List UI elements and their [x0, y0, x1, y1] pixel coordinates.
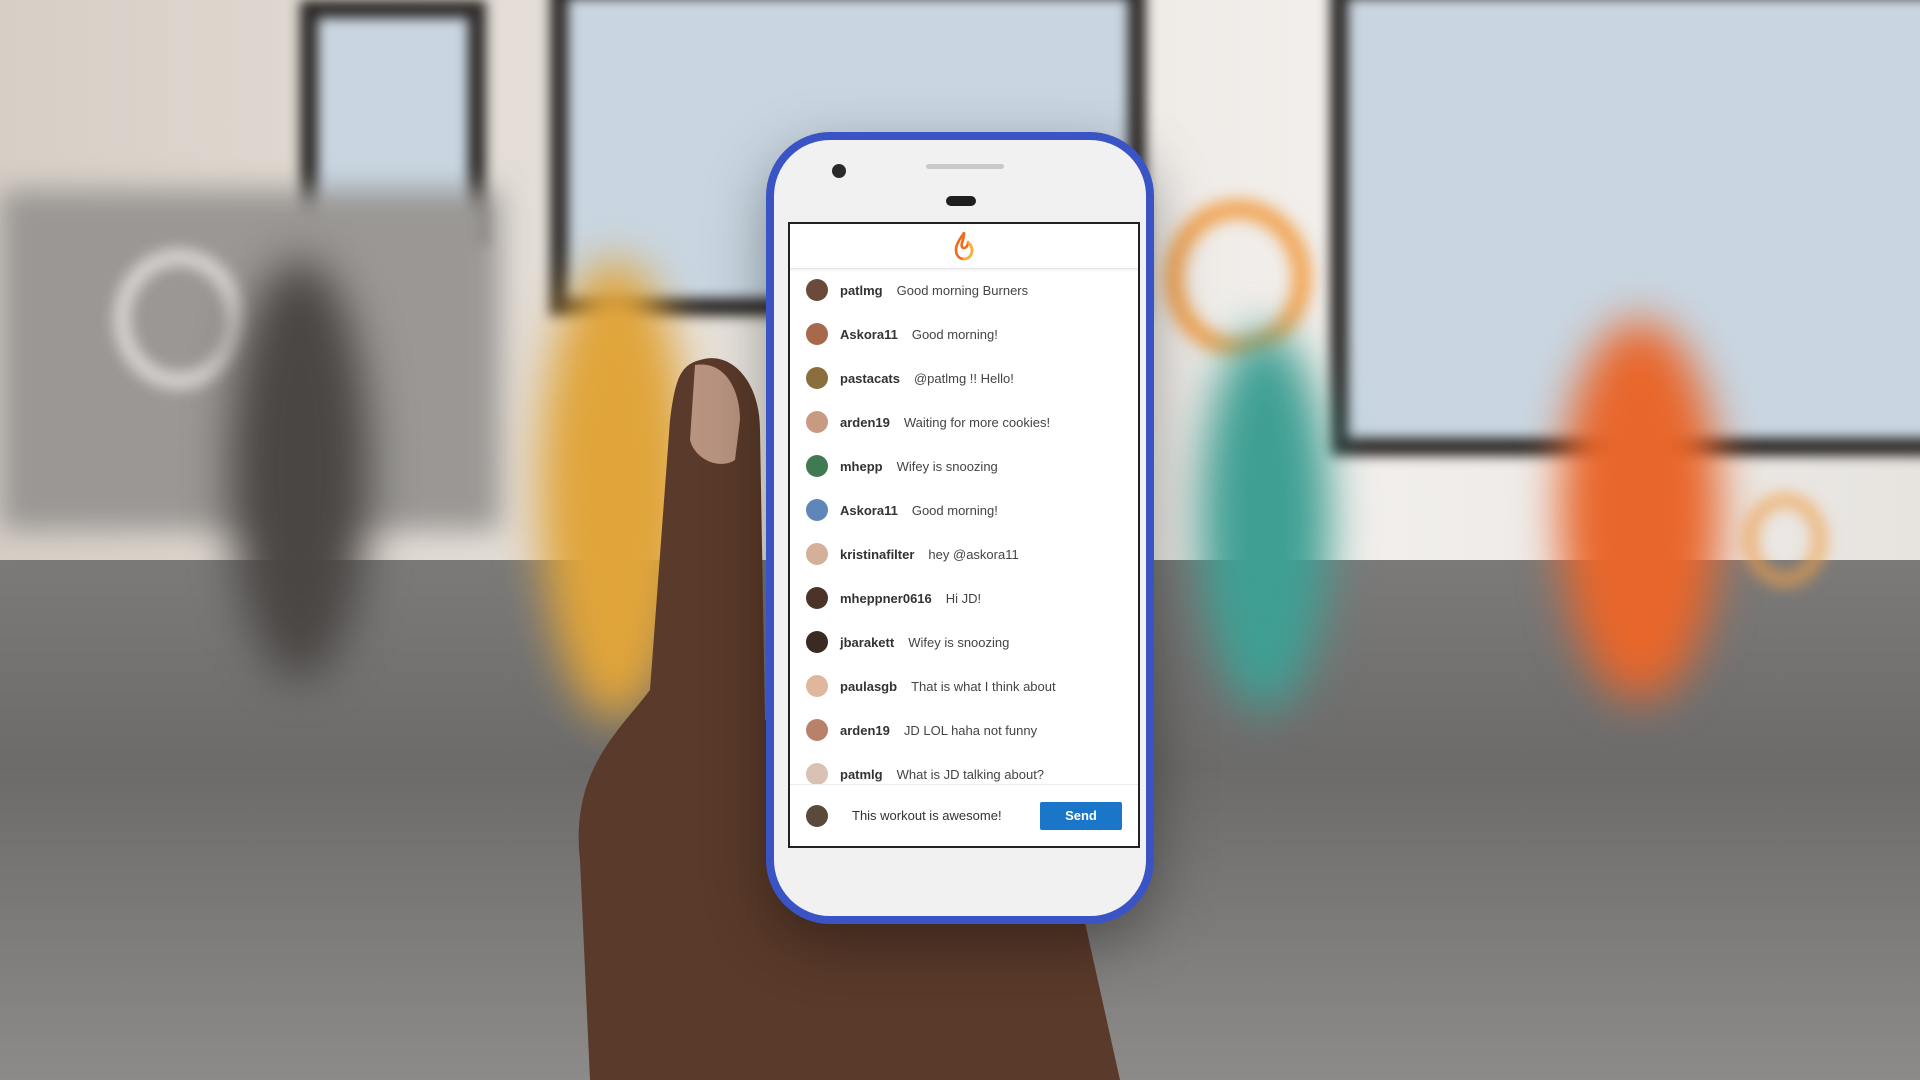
chat-message-text: That is what I think about	[911, 678, 1056, 694]
background-person	[1560, 320, 1720, 700]
phone-sensor	[946, 196, 976, 206]
chat-message-text: Good morning!	[911, 326, 998, 342]
phone-device: patlmg Good morning Burners Askora11 Good m…	[766, 132, 1154, 924]
user-avatar[interactable]	[806, 323, 828, 345]
chat-username[interactable]: pastacats	[840, 371, 900, 386]
chat-message-row: Askora11 Good morning!	[790, 312, 1138, 356]
chat-message-text: Waiting for more cookies!	[903, 414, 1051, 430]
user-avatar[interactable]	[806, 367, 828, 389]
background-logo	[115, 250, 243, 388]
chat-username[interactable]: mhepp	[840, 459, 883, 474]
chat-message-text: Wifey is snoozing	[896, 458, 998, 474]
chat-username[interactable]: jbarakett	[840, 635, 894, 650]
chat-username[interactable]: Askora11	[840, 503, 898, 518]
user-avatar[interactable]	[806, 763, 828, 784]
chat-message-row: kristinafilter hey @askora11	[790, 532, 1138, 576]
user-avatar[interactable]	[806, 719, 828, 741]
chat-message-row: pastacats @patlmg !! Hello!	[790, 356, 1138, 400]
message-input[interactable]: This workout is awesome!	[852, 808, 1040, 823]
chat-message-list[interactable]: patlmg Good morning Burners Askora11 Good m…	[790, 268, 1138, 784]
chat-message-text: JD LOL haha not funny	[903, 722, 1038, 738]
chat-message-row: patlmg Good morning Burners	[790, 268, 1138, 312]
app-header	[790, 224, 1138, 269]
chat-username[interactable]: patmlg	[840, 767, 883, 782]
background-person	[230, 260, 370, 680]
chat-username[interactable]: paulasgb	[840, 679, 897, 694]
flame-icon	[954, 231, 974, 261]
chat-message-text: Wifey is snoozing	[908, 634, 1010, 650]
chat-message-text: Hi JD!	[945, 590, 982, 606]
chat-message-row: patmlg What is JD talking about?	[790, 752, 1138, 784]
chat-message-row: mhepp Wifey is snoozing	[790, 444, 1138, 488]
phone-speaker	[926, 164, 1004, 169]
message-composer: This workout is awesome! Send	[790, 784, 1138, 846]
send-button[interactable]: Send	[1040, 801, 1122, 830]
chat-message-text: @patlmg !! Hello!	[913, 370, 1014, 386]
chat-message-row: mheppner0616 Hi JD!	[790, 576, 1138, 620]
chat-username[interactable]: mheppner0616	[840, 591, 932, 606]
user-avatar[interactable]	[806, 675, 828, 697]
chat-username[interactable]: Askora11	[840, 327, 898, 342]
user-avatar[interactable]	[806, 587, 828, 609]
background-person	[1200, 330, 1330, 710]
user-avatar[interactable]	[806, 631, 828, 653]
chat-message-row: Askora11 Good morning!	[790, 488, 1138, 532]
user-avatar[interactable]	[806, 279, 828, 301]
background-logo	[1165, 200, 1311, 356]
chat-message-text: What is JD talking about?	[896, 766, 1045, 782]
chat-message-row: jbarakett Wifey is snoozing	[790, 620, 1138, 664]
composer-avatar	[806, 804, 828, 827]
user-avatar[interactable]	[806, 499, 828, 521]
background-logo	[1745, 495, 1825, 585]
chat-username[interactable]: arden19	[840, 415, 890, 430]
chat-username[interactable]: arden19	[840, 723, 890, 738]
user-avatar[interactable]	[806, 543, 828, 565]
background-person	[540, 260, 690, 720]
chat-message-text: Good morning Burners	[896, 282, 1029, 298]
front-camera	[832, 164, 846, 178]
user-avatar[interactable]	[806, 455, 828, 477]
chat-message-text: hey @askora11	[928, 546, 1019, 562]
chat-message-row: arden19 Waiting for more cookies!	[790, 400, 1138, 444]
chat-message-text: Good morning!	[911, 502, 998, 518]
chat-message-row: arden19 JD LOL haha not funny	[790, 708, 1138, 752]
user-avatar[interactable]	[806, 411, 828, 433]
chat-username[interactable]: patlmg	[840, 283, 883, 298]
app-screen: patlmg Good morning Burners Askora11 Good m…	[788, 222, 1140, 848]
chat-username[interactable]: kristinafilter	[840, 547, 914, 562]
chat-message-row: paulasgb That is what I think about	[790, 664, 1138, 708]
